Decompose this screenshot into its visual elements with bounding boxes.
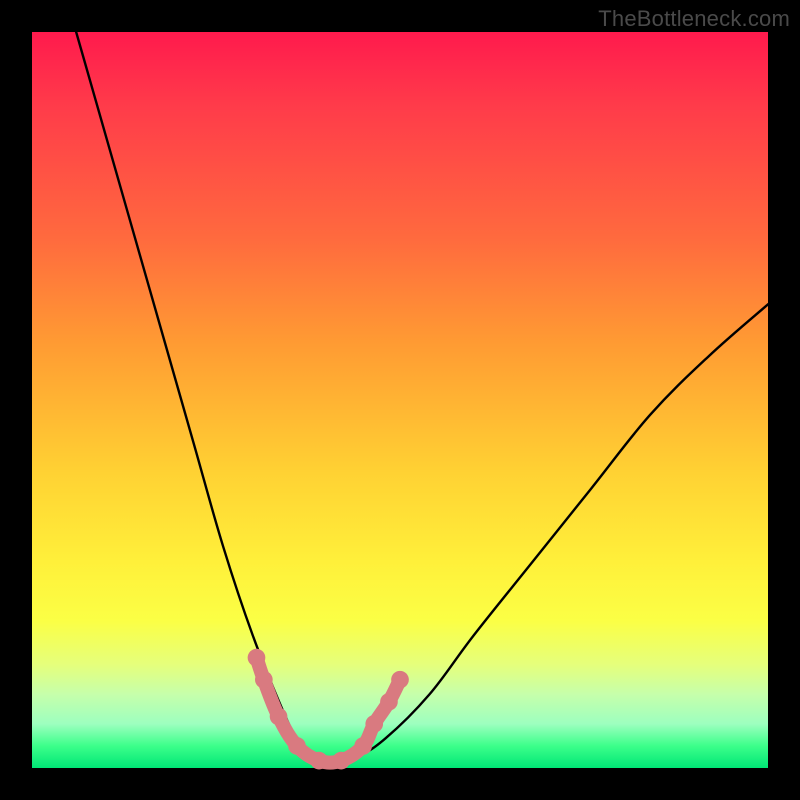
curve-marker [380, 693, 398, 711]
curve-marker [354, 737, 372, 755]
curve-left-branch [76, 32, 326, 762]
curve-marker [310, 752, 328, 770]
curve-marker [255, 671, 273, 689]
chart-frame: TheBottleneck.com [0, 0, 800, 800]
curve-marker [365, 715, 383, 733]
curve-marker [270, 708, 288, 726]
watermark-text: TheBottleneck.com [598, 6, 790, 32]
curve-marker [248, 649, 266, 667]
plot-area [32, 32, 768, 768]
bottleneck-curve-svg [32, 32, 768, 768]
curve-marker [332, 752, 350, 770]
curve-marker [288, 737, 306, 755]
curve-marker [391, 671, 409, 689]
